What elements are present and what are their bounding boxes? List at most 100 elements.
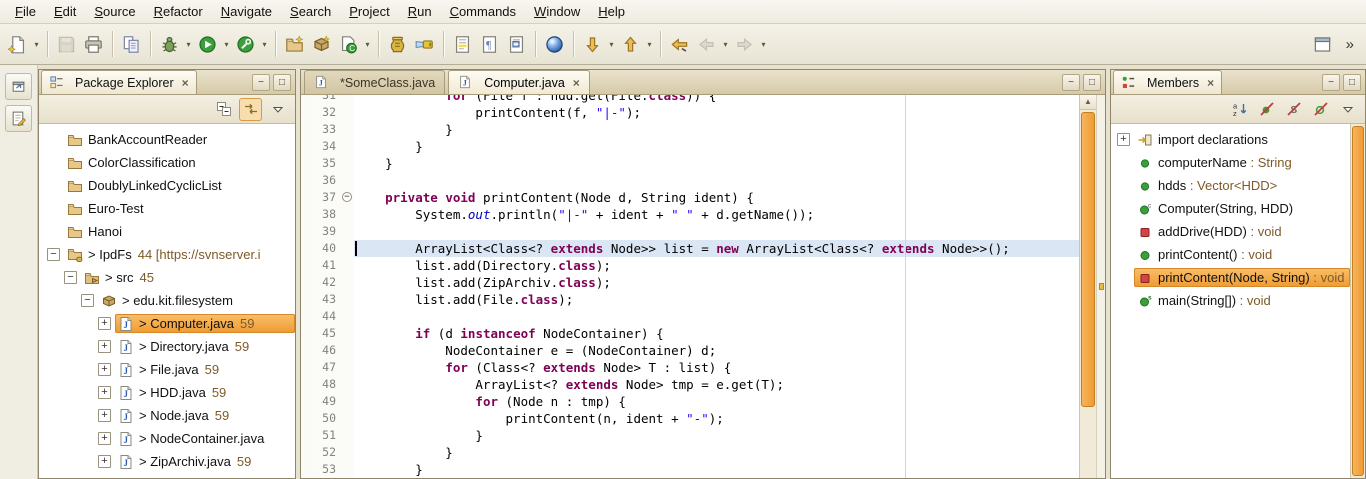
- run-dropdown-icon[interactable]: ▾: [221, 31, 232, 57]
- member-item[interactable]: printContent(Node, String) : void: [1111, 266, 1350, 289]
- hide-static-members-button[interactable]: S: [1282, 98, 1305, 121]
- tree-item[interactable]: Euro-Test: [39, 197, 295, 220]
- expand-icon[interactable]: +: [98, 317, 111, 330]
- menu-navigate[interactable]: Navigate: [212, 1, 281, 22]
- hide-fields-button[interactable]: [1255, 98, 1278, 121]
- expand-icon[interactable]: +: [98, 340, 111, 353]
- menu-commands[interactable]: Commands: [441, 1, 525, 22]
- code-text[interactable]: list.add(File.class);: [354, 291, 1079, 308]
- last-edit-location-button[interactable]: [666, 31, 693, 58]
- new-java-package-button[interactable]: [308, 31, 335, 58]
- forward-dropdown-icon[interactable]: ▾: [758, 31, 769, 57]
- code-text[interactable]: }: [354, 427, 1079, 444]
- code-text[interactable]: System.out.println("|-" + ident + " " + …: [354, 206, 1079, 223]
- debug-dropdown-icon[interactable]: ▾: [183, 31, 194, 57]
- code-text[interactable]: for (Class<? extends Node> T : list) {: [354, 359, 1079, 376]
- member-item[interactable]: +import declarations: [1111, 128, 1350, 151]
- code-text[interactable]: for (Node n : tmp) {: [354, 393, 1079, 410]
- editor-scrollbar[interactable]: ▲: [1079, 95, 1096, 478]
- expand-icon[interactable]: +: [98, 386, 111, 399]
- menu-search[interactable]: Search: [281, 1, 340, 22]
- member-item[interactable]: cComputer(String, HDD): [1111, 197, 1350, 220]
- expand-icon[interactable]: +: [98, 363, 111, 376]
- code-text[interactable]: list.add(Directory.class);: [354, 257, 1079, 274]
- code-text[interactable]: private void printContent(Node d, String…: [354, 189, 1079, 206]
- code-text[interactable]: list.add(ZipArchiv.class);: [354, 274, 1079, 291]
- member-item[interactable]: smain(String[]) : void: [1111, 289, 1350, 312]
- external-tools-button[interactable]: [232, 31, 259, 58]
- menu-run[interactable]: Run: [399, 1, 441, 22]
- mark-occurrences-button[interactable]: [449, 31, 476, 58]
- close-view-icon[interactable]: ×: [1207, 77, 1214, 89]
- new-java-class-button[interactable]: C: [335, 31, 362, 58]
- code-text[interactable]: ArrayList<? extends Node> tmp = e.get(T)…: [354, 376, 1079, 393]
- block-selection-button[interactable]: [503, 31, 530, 58]
- overview-annotation-mark[interactable]: [1099, 283, 1104, 290]
- menu-edit[interactable]: Edit: [45, 1, 85, 22]
- package-explorer-tab[interactable]: Package Explorer ×: [41, 70, 197, 94]
- code-text[interactable]: printContent(n, ident + "-");: [354, 410, 1079, 427]
- code-text[interactable]: }: [354, 461, 1079, 478]
- tree-item[interactable]: +J> HDD.java59: [39, 381, 295, 404]
- link-with-editor-button[interactable]: [239, 98, 262, 121]
- menu-help[interactable]: Help: [589, 1, 634, 22]
- save-button[interactable]: [53, 31, 80, 58]
- collapse-icon[interactable]: −: [47, 248, 60, 261]
- previous-annotation-dropdown-icon[interactable]: ▾: [644, 31, 655, 57]
- new-java-project-button[interactable]: [281, 31, 308, 58]
- code-text[interactable]: }: [354, 444, 1079, 461]
- search-button[interactable]: [411, 31, 438, 58]
- editor-tab[interactable]: J*SomeClass.java: [304, 70, 445, 94]
- tree-item[interactable]: +J> Computer.java59: [39, 312, 295, 335]
- menu-window[interactable]: Window: [525, 1, 589, 22]
- tree-item[interactable]: +J> ZipArchiv.java59: [39, 450, 295, 473]
- print-button[interactable]: [80, 31, 107, 58]
- members-scrollbar-thumb[interactable]: [1352, 126, 1364, 476]
- run-button[interactable]: [194, 31, 221, 58]
- next-annotation-dropdown-icon[interactable]: ▾: [606, 31, 617, 57]
- scroll-up-icon[interactable]: ▲: [1080, 95, 1096, 110]
- code-text[interactable]: if (d instanceof NodeContainer) {: [354, 325, 1079, 342]
- member-item[interactable]: computerName : String: [1111, 151, 1350, 174]
- expand-icon[interactable]: +: [1117, 133, 1130, 146]
- code-text[interactable]: ArrayList<Class<? extends Node>> list = …: [354, 240, 1079, 257]
- tree-item[interactable]: +J> NodeContainer.java: [39, 427, 295, 450]
- overview-ruler[interactable]: [1096, 95, 1105, 478]
- next-annotation-button[interactable]: [579, 31, 606, 58]
- show-whitespace-button[interactable]: ¶: [476, 31, 503, 58]
- code-text[interactable]: [354, 223, 1079, 240]
- menu-file[interactable]: File: [6, 1, 45, 22]
- expand-icon[interactable]: +: [98, 455, 111, 468]
- collapse-fold-icon[interactable]: −: [342, 192, 352, 202]
- scrollbar-thumb[interactable]: [1081, 112, 1095, 407]
- code-text[interactable]: [354, 172, 1079, 189]
- tree-item[interactable]: −> IpdFs44 [https://svnserver.i: [39, 243, 295, 266]
- menu-project[interactable]: Project: [340, 1, 398, 22]
- member-item[interactable]: addDrive(HDD) : void: [1111, 220, 1350, 243]
- tree-item[interactable]: Hanoi: [39, 220, 295, 243]
- new-wizard-button[interactable]: [4, 31, 31, 58]
- maximize-view-button[interactable]: □: [273, 74, 291, 91]
- collapse-all-button[interactable]: [212, 98, 235, 121]
- menu-source[interactable]: Source: [85, 1, 144, 22]
- back-dropdown-icon[interactable]: ▾: [720, 31, 731, 57]
- external-tools-dropdown-icon[interactable]: ▾: [259, 31, 270, 57]
- tree-item[interactable]: +J> File.java59: [39, 358, 295, 381]
- tree-item[interactable]: −> edu.kit.filesystem: [39, 289, 295, 312]
- close-view-icon[interactable]: ×: [182, 77, 189, 89]
- code-text[interactable]: for (File f : hdd.get(File.class)) {: [354, 95, 1079, 104]
- editor-window-button[interactable]: [1309, 31, 1336, 58]
- member-item[interactable]: printContent() : void: [1111, 243, 1350, 266]
- minimize-view-button[interactable]: −: [1322, 74, 1340, 91]
- fast-view-editor-button[interactable]: [5, 105, 32, 132]
- code-area[interactable]: 31 for (File f : hdd.get(File.class)) {3…: [301, 95, 1079, 478]
- forward-button[interactable]: [731, 31, 758, 58]
- view-menu-button[interactable]: [266, 98, 289, 121]
- java-browsing-perspective-button[interactable]: [541, 31, 568, 58]
- collapse-icon[interactable]: −: [64, 271, 77, 284]
- collapse-icon[interactable]: −: [81, 294, 94, 307]
- menu-refactor[interactable]: Refactor: [145, 1, 212, 22]
- hide-non-public-members-button[interactable]: [1309, 98, 1332, 121]
- new-java-class-dropdown-icon[interactable]: ▾: [362, 31, 373, 57]
- tree-item[interactable]: ColorClassification: [39, 151, 295, 174]
